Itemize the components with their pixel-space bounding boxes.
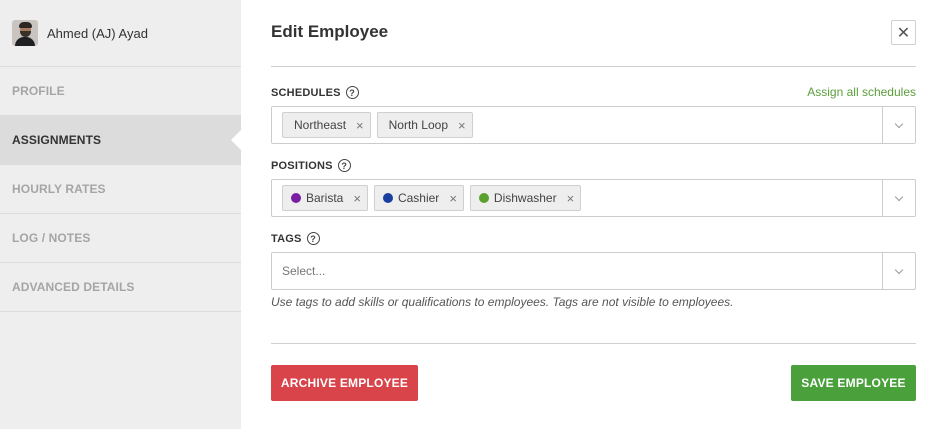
color-dot: [478, 193, 489, 203]
edit-employee-panel: Edit Employee ✕ SCHEDULES ? Assign all s…: [271, 0, 916, 429]
help-icon[interactable]: ?: [306, 232, 320, 245]
dropdown-toggle[interactable]: [882, 253, 915, 289]
divider: [271, 66, 916, 67]
chevron-down-icon: [894, 119, 904, 128]
sidebar-item-label: LOG / NOTES: [12, 231, 91, 245]
sidebar-item-label: HOURLY RATES: [12, 182, 106, 196]
position-chip: Cashier ×: [373, 185, 464, 211]
sidebar-item-assignments[interactable]: ASSIGNMENTS: [0, 116, 241, 165]
avatar: [12, 20, 38, 46]
dropdown-toggle[interactable]: [882, 180, 915, 216]
help-icon[interactable]: ?: [337, 159, 351, 172]
tags-label: TAGS ?: [271, 232, 320, 245]
chevron-down-icon: [894, 265, 904, 274]
user-name: Ahmed (AJ) Ayad: [47, 25, 148, 41]
close-button[interactable]: ✕: [891, 20, 916, 45]
help-icon[interactable]: ?: [345, 86, 359, 99]
user-header: Ahmed (AJ) Ayad: [0, 0, 241, 67]
remove-icon[interactable]: ×: [353, 191, 361, 206]
divider: [271, 343, 916, 344]
sidebar-item-profile[interactable]: PROFILE: [0, 67, 241, 116]
sidebar-item-label: ADVANCED DETAILS: [12, 280, 135, 294]
sidebar-item-label: PROFILE: [12, 84, 65, 98]
chevron-down-icon: [894, 192, 904, 201]
positions-label: POSITIONS ?: [271, 159, 351, 172]
assign-all-schedules-link[interactable]: Assign all schedules: [807, 85, 916, 99]
positions-select[interactable]: Barista × Cashier × Dishwasher ×: [271, 179, 916, 217]
archive-employee-button[interactable]: ARCHIVE EMPLOYEE: [271, 365, 418, 401]
sidebar-item-advanced-details[interactable]: ADVANCED DETAILS: [0, 263, 241, 312]
sidebar-item-log-notes[interactable]: LOG / NOTES: [0, 214, 241, 263]
tags-hint: Use tags to add skills or qualifications…: [271, 295, 734, 309]
tags-select[interactable]: Select...: [271, 252, 916, 290]
sidebar: Ahmed (AJ) Ayad PROFILE ASSIGNMENTS HOUR…: [0, 0, 241, 429]
sidebar-item-label: ASSIGNMENTS: [12, 133, 102, 147]
schedules-label: SCHEDULES ?: [271, 86, 359, 99]
remove-icon[interactable]: ×: [458, 118, 466, 133]
sidebar-item-hourly-rates[interactable]: HOURLY RATES: [0, 165, 241, 214]
save-employee-button[interactable]: SAVE EMPLOYEE: [791, 365, 916, 401]
close-icon: ✕: [896, 24, 911, 42]
schedule-chip: North Loop ×: [376, 112, 473, 138]
dropdown-toggle[interactable]: [882, 107, 915, 143]
remove-icon[interactable]: ×: [356, 118, 364, 133]
color-dot: [382, 193, 393, 203]
page-title: Edit Employee: [271, 22, 389, 41]
remove-icon[interactable]: ×: [567, 191, 575, 206]
schedule-chip: Northeast ×: [282, 112, 371, 138]
position-chip: Barista ×: [282, 185, 368, 211]
schedules-select[interactable]: Northeast × North Loop ×: [271, 106, 916, 144]
remove-icon[interactable]: ×: [449, 191, 457, 206]
tags-placeholder: Select...: [282, 264, 326, 278]
color-dot: [291, 193, 301, 203]
position-chip: Dishwasher ×: [469, 185, 582, 211]
